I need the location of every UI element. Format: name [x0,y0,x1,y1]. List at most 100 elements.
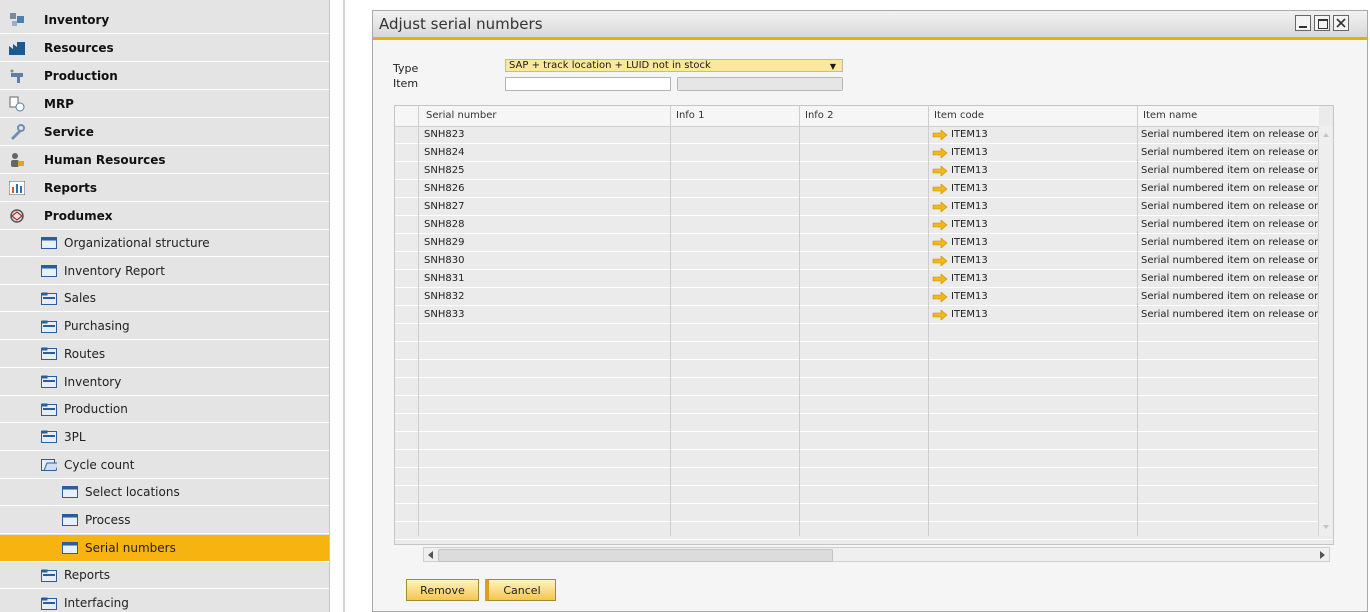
nav-item-organizational-structure[interactable]: Organizational structure [0,230,329,257]
cell-item-code[interactable]: ITEM13 [951,291,988,302]
cell-item-code[interactable]: ITEM13 [951,201,988,212]
nav-item-3pl[interactable]: 3PL [0,424,329,451]
link-arrow-icon[interactable] [932,165,948,179]
link-arrow-icon[interactable] [932,237,948,251]
close-button[interactable] [1333,15,1349,31]
table-row[interactable] [395,504,1333,522]
nav-module-service[interactable]: Service [0,119,329,146]
nav-item-select-locations[interactable]: Select locations [0,479,329,507]
link-arrow-icon[interactable] [932,255,948,269]
type-select[interactable]: SAP + track location + LUID not in stock… [505,59,843,72]
table-row[interactable]: SNH829 ITEM13 Serial numbered item on rele… [395,234,1333,252]
nav-item-process[interactable]: Process [0,507,329,534]
nav-item-interfacing[interactable]: Interfacing [0,590,329,612]
nav-item-serial-numbers[interactable]: Serial numbers [0,534,329,562]
vertical-scrollbar[interactable] [1318,126,1333,536]
cell-item-code[interactable]: ITEM13 [951,129,988,140]
table-row[interactable]: SNH824 ITEM13 Serial numbered item on rele… [395,144,1333,162]
nav-item-inventory-report[interactable]: Inventory Report [0,258,329,285]
table-row[interactable] [395,450,1333,468]
table-row[interactable]: SNH831 ITEM13 Serial numbered item on rele… [395,270,1333,288]
horizontal-scrollbar[interactable] [423,547,1330,562]
nav-item-label: Cycle count [64,457,135,472]
item-input[interactable] [505,77,671,91]
nav-module-inventory[interactable]: Inventory [0,7,329,34]
table-row[interactable]: SNH826 ITEM13 Serial numbered item on rele… [395,180,1333,198]
table-row[interactable] [395,522,1333,540]
horizontal-scroll-thumb[interactable] [438,549,833,562]
table-row[interactable]: SNH830 ITEM13 Serial numbered item on rele… [395,252,1333,270]
cell-item-code[interactable]: ITEM13 [951,147,988,158]
nav-item-label: Routes [64,346,106,361]
table-row[interactable]: SNH825 ITEM13 Serial numbered item on rele… [395,162,1333,180]
scroll-down-icon[interactable] [1319,522,1333,532]
nav-module-label: Production [44,69,118,83]
remove-button[interactable]: Remove [406,579,479,601]
nav-module-label: Produmex [44,209,113,223]
link-arrow-icon[interactable] [932,147,948,161]
nav-item-inventory[interactable]: Inventory [0,369,329,396]
open-folder-icon [41,458,57,472]
table-row[interactable] [395,432,1333,450]
cell-item-code[interactable]: ITEM13 [951,255,988,266]
table-row[interactable] [395,414,1333,432]
cancel-button[interactable]: Cancel [485,579,556,601]
table-row[interactable]: SNH827 ITEM13 Serial numbered item on rele… [395,198,1333,216]
cell-serial-number: SNH825 [424,165,465,176]
folder-icon [41,319,57,333]
table-row[interactable] [395,396,1333,414]
nav-module-mrp[interactable]: MRP [0,91,329,118]
cell-item-code[interactable]: ITEM13 [951,237,988,248]
table-row[interactable] [395,486,1333,504]
column-header-serial-number[interactable]: Serial number [426,110,497,121]
column-header-info-2[interactable]: Info 2 [805,110,833,121]
cell-item-code[interactable]: ITEM13 [951,219,988,230]
cell-item-code[interactable]: ITEM13 [951,183,988,194]
table-row[interactable]: SNH832 ITEM13 Serial numbered item on rele… [395,288,1333,306]
nav-module-human-resources[interactable]: Human Resources [0,147,329,174]
table-row[interactable] [395,324,1333,342]
nav-item-sales[interactable]: Sales [0,285,329,313]
table-row[interactable]: SNH823 ITEM13 Serial numbered item on rele… [395,126,1333,144]
minimize-button[interactable] [1295,15,1311,31]
scroll-up-icon[interactable] [1319,130,1333,140]
title-bar: Adjust serial numbers [373,11,1367,40]
table-row[interactable]: SNH828 ITEM13 Serial numbered item on rele… [395,216,1333,234]
link-arrow-icon[interactable] [932,129,948,143]
nav-module-produmex[interactable]: Produmex [0,203,329,230]
cell-item-code[interactable]: ITEM13 [951,273,988,284]
table-row[interactable] [395,360,1333,378]
nav-item-cycle-count[interactable]: Cycle count [0,452,329,479]
table-row[interactable]: SNH833 ITEM13 Serial numbered item on rele… [395,306,1333,324]
nav-module-production[interactable]: Production [0,63,329,90]
table-row[interactable] [395,378,1333,396]
nav-item-production[interactable]: Production [0,396,329,424]
nav-item-purchasing[interactable]: Purchasing [0,313,329,341]
nav-module-label: Reports [44,181,98,195]
link-arrow-icon[interactable] [932,201,948,215]
cell-serial-number: SNH824 [424,147,465,158]
nav-item-routes[interactable]: Routes [0,341,329,368]
maximize-button[interactable] [1314,15,1330,31]
nav-module-resources[interactable]: Resources [0,35,329,62]
scroll-left-icon[interactable] [425,549,437,561]
column-header-item-name[interactable]: Item name [1143,110,1197,121]
cell-item-code[interactable]: ITEM13 [951,309,988,320]
link-arrow-icon[interactable] [932,291,948,305]
link-arrow-icon[interactable] [932,309,948,323]
mrp-icon [9,96,25,112]
link-arrow-icon[interactable] [932,183,948,197]
nav-item-reports[interactable]: Reports [0,562,329,590]
production-icon [9,68,25,84]
link-arrow-icon[interactable] [932,219,948,233]
table-row[interactable] [395,342,1333,360]
nav-module-reports[interactable]: Reports [0,175,329,202]
maximize-icon [1318,19,1328,29]
column-header-item-code[interactable]: Item code [934,110,984,121]
link-arrow-icon[interactable] [932,273,948,287]
cell-item-name: Serial numbered item on release only [1141,183,1330,194]
column-header-info-1[interactable]: Info 1 [676,110,704,121]
cell-item-code[interactable]: ITEM13 [951,165,988,176]
scroll-right-icon[interactable] [1316,549,1328,561]
table-row[interactable] [395,468,1333,486]
